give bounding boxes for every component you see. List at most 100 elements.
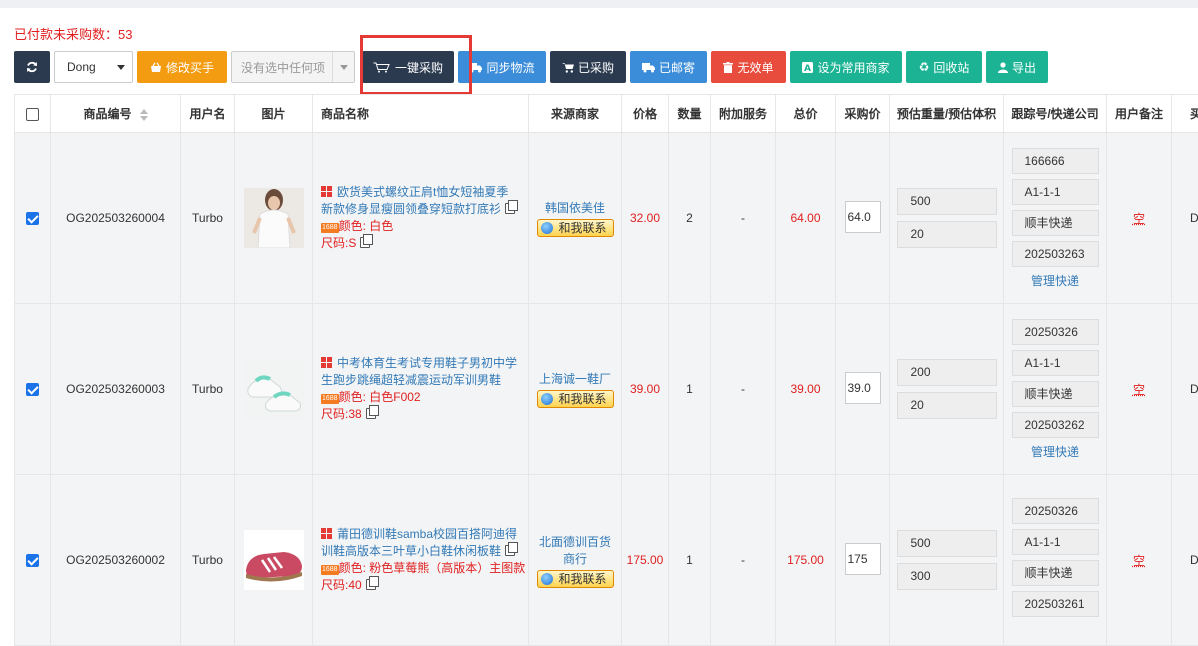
export-button[interactable]: 导出	[986, 51, 1048, 83]
shelf-location-field[interactable]: A1-1-1	[1012, 529, 1099, 555]
col-tracking: 跟踪号/快递公司	[1004, 95, 1107, 133]
extra-service: -	[711, 133, 776, 304]
shipment-id-field[interactable]: 202503262	[1012, 412, 1099, 438]
tracking-cell: 166666 A1-1-1 顺丰快递 202503263 管理快递	[1004, 133, 1107, 304]
user-note[interactable]: 空	[1133, 212, 1145, 226]
courier-field[interactable]: 顺丰快递	[1012, 210, 1099, 236]
product-link[interactable]: 中考体育生考试专用鞋子男初中学生跑步跳绳超轻减震运动军训男鞋	[321, 356, 517, 387]
row-checkbox[interactable]	[26, 383, 39, 396]
globe-icon	[541, 393, 553, 405]
refresh-button[interactable]	[14, 51, 50, 83]
weight-volume-cell: 200 20	[890, 304, 1004, 475]
copy-icon[interactable]	[360, 237, 370, 248]
contact-me-button[interactable]: 和我联系	[537, 219, 614, 237]
extra-service: -	[711, 475, 776, 646]
row-select-cell	[15, 475, 51, 646]
row-checkbox[interactable]	[26, 554, 39, 567]
contact-me-button[interactable]: 和我联系	[537, 390, 614, 408]
tracking-number-field[interactable]: 166666	[1012, 148, 1099, 174]
row-checkbox[interactable]	[26, 212, 39, 225]
total-price: 39.00	[776, 304, 836, 475]
weight-field[interactable]: 500	[897, 188, 997, 215]
purchase-price-cell: 39.0	[836, 304, 890, 475]
col-order-no[interactable]: 商品编号	[51, 95, 181, 133]
courier-field[interactable]: 顺丰快递	[1012, 560, 1099, 586]
shelf-location-field[interactable]: A1-1-1	[1012, 350, 1099, 376]
user-note[interactable]: 空	[1133, 554, 1145, 568]
table-row: OG202503260003 Turbo 中考体育生考试专用鞋子男初中学生跑步跳…	[15, 304, 1198, 475]
weight-field[interactable]: 500	[897, 530, 997, 557]
merchant-cell: 上海诚一鞋厂 和我联系	[529, 304, 622, 475]
shipment-id-field[interactable]: 202503263	[1012, 241, 1099, 267]
tracking-number-field[interactable]: 20250326	[1012, 319, 1099, 345]
shipment-id-field[interactable]: 202503261	[1012, 591, 1099, 617]
col-weight-volume: 预估重量/预估体积	[890, 95, 1004, 133]
windows-logo-icon	[321, 186, 332, 197]
purchase-price-cell: 175	[836, 475, 890, 646]
product-size: 尺码:40	[321, 578, 362, 592]
sort-icon[interactable]	[140, 109, 148, 121]
recycle-bin-button[interactable]: ♻ 回收站	[906, 51, 982, 83]
courier-field[interactable]: 顺丰快递	[1012, 381, 1099, 407]
weight-volume-cell: 500 300	[890, 475, 1004, 646]
buyer: Dong	[1172, 133, 1198, 304]
product-image[interactable]	[244, 188, 304, 248]
product-image-cell	[235, 304, 313, 475]
user-select[interactable]: Dong	[54, 51, 133, 83]
product-name-cell: 欧货美式螺纹正肩t恤女短袖夏季新款修身显瘦圆领叠穿短款打底衫 1688颜色: 白…	[313, 133, 529, 304]
purchase-price-input[interactable]: 64.0	[845, 201, 881, 233]
col-image: 图片	[235, 95, 313, 133]
quantity: 1	[669, 304, 711, 475]
product-link[interactable]: 莆田德训鞋samba校园百搭阿迪得训鞋高版本三叶草小白鞋休闲板鞋	[321, 527, 517, 558]
merchant-cell: 韩国依美佳 和我联系	[529, 133, 622, 304]
weight-field[interactable]: 200	[897, 359, 997, 386]
manage-courier-link[interactable]: 管理快递	[1004, 443, 1106, 460]
col-username: 用户名	[181, 95, 235, 133]
manage-courier-link[interactable]: 管理快递	[1004, 272, 1106, 289]
username: Turbo	[181, 475, 235, 646]
volume-field[interactable]: 300	[897, 563, 997, 590]
select-all-checkbox[interactable]	[26, 108, 39, 121]
tracking-number-field[interactable]: 20250326	[1012, 498, 1099, 524]
merchant-link[interactable]: 北面德训百货商行	[539, 535, 611, 566]
selection-caret	[332, 52, 354, 82]
product-link[interactable]: 欧货美式螺纹正肩t恤女短袖夏季新款修身显瘦圆领叠穿短款打底衫	[321, 185, 508, 216]
product-color: 颜色: 粉色草莓熊（高版本）主图款	[339, 561, 526, 575]
product-image[interactable]	[244, 530, 304, 590]
tracking-cell: 20250326 A1-1-1 顺丰快递 202503262 管理快递	[1004, 304, 1107, 475]
purchased-button[interactable]: 已采购	[550, 51, 626, 83]
user-note[interactable]: 空	[1133, 383, 1145, 397]
merchant-link[interactable]: 上海诚一鞋厂	[539, 372, 611, 386]
invalid-order-button[interactable]: 无效单	[711, 51, 786, 83]
tracking-cell: 20250326 A1-1-1 顺丰快递 202503261	[1004, 475, 1107, 646]
volume-field[interactable]: 20	[897, 221, 997, 248]
volume-field[interactable]: 20	[897, 392, 997, 419]
merchant-link[interactable]: 韩国依美佳	[545, 201, 605, 215]
copy-icon[interactable]	[505, 545, 515, 556]
purchased-label: 已采购	[578, 59, 614, 76]
purchase-price-input[interactable]: 39.0	[845, 372, 881, 404]
product-image[interactable]	[244, 359, 304, 419]
product-color: 颜色: 白色F002	[339, 390, 421, 404]
copy-icon[interactable]	[366, 408, 376, 419]
copy-icon[interactable]	[366, 579, 376, 590]
copy-icon[interactable]	[505, 203, 515, 214]
purchase-price-input[interactable]: 175	[845, 543, 881, 575]
order-no: OG202503260003	[51, 304, 181, 475]
selection-dropdown[interactable]: 没有选中任何项	[231, 51, 355, 83]
export-label: 导出	[1012, 59, 1036, 76]
svg-text:A: A	[805, 64, 812, 73]
set-common-merchant-button[interactable]: A 设为常用商家	[790, 51, 902, 83]
edit-buyer-button[interactable]: 修改买手	[137, 51, 227, 83]
unpurchased-summary: 已付款未采购数：53	[14, 24, 132, 43]
product-name-cell: 莆田德训鞋samba校园百搭阿迪得训鞋高版本三叶草小白鞋休闲板鞋 1688颜色:…	[313, 475, 529, 646]
shelf-location-field[interactable]: A1-1-1	[1012, 179, 1099, 205]
contact-me-button[interactable]: 和我联系	[537, 570, 614, 588]
edit-buyer-label: 修改买手	[166, 59, 214, 76]
table-row: OG202503260004 Turbo 欧货美式螺纹正肩t恤女短袖夏季新款修身…	[15, 133, 1198, 304]
refresh-icon	[26, 61, 38, 73]
user-note-cell: 空	[1107, 304, 1172, 475]
mailed-button[interactable]: 已邮寄	[630, 51, 707, 83]
extra-service: -	[711, 304, 776, 475]
set-common-merchant-label: 设为常用商家	[817, 59, 889, 76]
